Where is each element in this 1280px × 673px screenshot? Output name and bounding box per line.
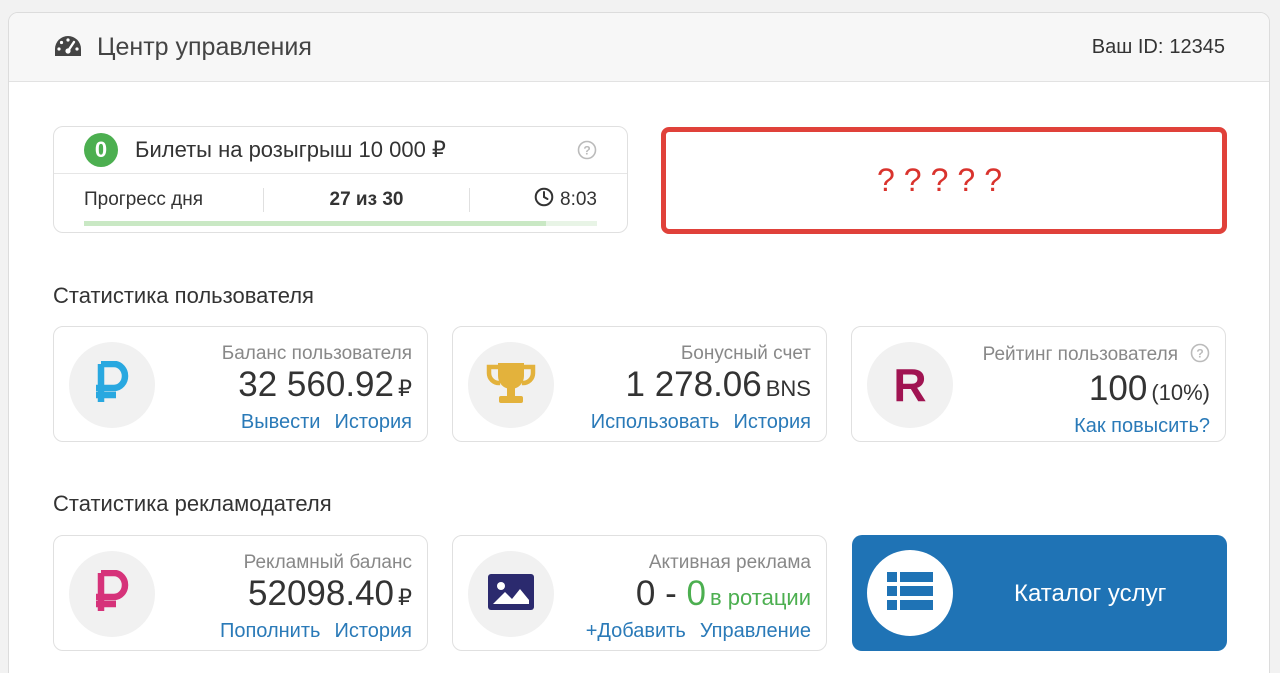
divider (469, 188, 470, 212)
bonus-label: Бонусный счет (680, 343, 811, 364)
progress-bar-fill (84, 221, 546, 226)
catalog-icon-circle (867, 550, 953, 636)
rating-label-row: Рейтинг пользователя? (983, 343, 1210, 369)
rating-percent: (10%) (1151, 380, 1210, 405)
use-bonus-link[interactable]: Использовать (591, 411, 720, 433)
dashboard-panel: Центр управления Ваш ID: 12345 0 Билеты н… (8, 12, 1270, 673)
active-ads-amount: 0 - 0в ротации (586, 574, 811, 618)
rating-amount: 100 (10%) (983, 369, 1210, 413)
clock-icon (534, 187, 554, 213)
image-icon (487, 573, 535, 616)
rating-r-icon: R (893, 359, 927, 411)
progress-value: 27 из 30 (329, 189, 404, 210)
rating-links: Как повысить? (983, 415, 1210, 438)
active-ads-rotating-label: в ротации (709, 585, 811, 610)
withdraw-link[interactable]: Вывести (241, 411, 321, 433)
top-up-link[interactable]: Пополнить (220, 620, 320, 642)
question-icon[interactable]: ? (1190, 343, 1210, 369)
ad-balance-value: 52098.40 (248, 574, 394, 613)
balance-info: Баланс пользователя 32 560.92 ₽ Вывести Ис… (222, 343, 412, 434)
bonus-unit: BNS (765, 376, 811, 401)
bonus-info: Бонусный счет 1 278.06 BNS Использовать Ис… (591, 343, 811, 434)
balance-history-link[interactable]: История (334, 411, 412, 433)
day-progress-row: Прогресс дня 27 из 30 8:03 (54, 174, 627, 226)
balance-links: Вывести История (222, 411, 412, 434)
balance-unit: ₽ (398, 376, 412, 401)
timer: 8:03 (534, 187, 597, 213)
catalog-label: Каталог услуг (1014, 580, 1167, 607)
active-ads-total: 0 (635, 574, 656, 613)
rating-card: R Рейтинг пользователя? 100 (10%) Как пов… (851, 326, 1226, 442)
page-title: Центр управления (97, 32, 312, 61)
tickets-label: Билеты на розыгрыш 10 000 ₽ (135, 137, 446, 162)
balance-label: Баланс пользователя (221, 343, 412, 364)
list-table-icon (886, 571, 934, 616)
manage-ads-link[interactable]: Управление (700, 620, 811, 642)
promo-box[interactable]: ????? (661, 127, 1227, 234)
rating-info: Рейтинг пользователя? 100 (10%) Как повыс… (983, 343, 1210, 438)
ad-balance-links: Пополнить История (220, 620, 412, 643)
tickets-count-badge: 0 (84, 133, 118, 167)
active-ads-dash: - (665, 574, 677, 613)
ruble-icon (92, 569, 132, 619)
rating-icon-circle: R (867, 342, 953, 428)
ruble-icon (92, 360, 132, 410)
question-icon[interactable]: ? (577, 140, 597, 160)
balance-value: 32 560.92 (238, 365, 394, 404)
user-stats-title: Статистика пользователя (53, 283, 314, 308)
ad-balance-unit: ₽ (398, 585, 412, 610)
advertiser-stats-title: Статистика рекламодателя (53, 491, 332, 516)
active-ads-rotating: 0 (686, 574, 706, 613)
user-id-label: Ваш ID: (1091, 35, 1164, 58)
active-ads-info: Активная реклама 0 - 0в ротации +Добавит… (586, 552, 811, 643)
tickets-header: 0 Билеты на розыгрыш 10 000 ₽ ? (54, 127, 627, 174)
active-ads-links: +Добавить Управление (586, 620, 811, 643)
ad-balance-history-link[interactable]: История (334, 620, 412, 642)
title-wrap: Центр управления (53, 33, 312, 62)
balance-icon-circle (69, 342, 155, 428)
rating-label: Рейтинг пользователя (982, 344, 1178, 365)
timer-value: 8:03 (560, 189, 597, 210)
ad-balance-card: Рекламный баланс 52098.40 ₽ Пополнить Исто… (53, 535, 428, 651)
balance-card: Баланс пользователя 32 560.92 ₽ Вывести Ис… (53, 326, 428, 442)
trophy-icon (484, 360, 538, 411)
how-to-raise-link[interactable]: Как повысить? (1074, 415, 1210, 437)
speedometer-icon (53, 34, 83, 60)
progress-bar (84, 221, 597, 226)
bonus-value: 1 278.06 (625, 365, 762, 404)
rating-value: 100 (1088, 369, 1148, 408)
active-ads-icon-circle (468, 551, 554, 637)
user-id: Ваш ID: 12345 (1092, 36, 1225, 59)
user-id-value: 12345 (1169, 35, 1225, 58)
ad-balance-label: Рекламный баланс (243, 552, 412, 573)
catalog-button[interactable]: Каталог услуг (852, 535, 1227, 651)
active-ads-label: Активная реклама (648, 552, 811, 573)
ad-balance-info: Рекламный баланс 52098.40 ₽ Пополнить Исто… (220, 552, 412, 643)
add-ad-link[interactable]: +Добавить (586, 620, 686, 642)
tickets-card: 0 Билеты на розыгрыш 10 000 ₽ ? Прогресс… (53, 126, 628, 233)
balance-amount: 32 560.92 ₽ (222, 365, 412, 409)
panel-header: Центр управления Ваш ID: 12345 (9, 13, 1269, 82)
bonus-links: Использовать История (591, 411, 811, 434)
bonus-card: Бонусный счет 1 278.06 BNS Использовать Ис… (452, 326, 827, 442)
bonus-icon-circle (468, 342, 554, 428)
bonus-amount: 1 278.06 BNS (591, 365, 812, 409)
ad-balance-amount: 52098.40 ₽ (220, 574, 412, 618)
bonus-history-link[interactable]: История (733, 411, 811, 433)
svg-text:?: ? (1196, 347, 1203, 361)
progress-label: Прогресс дня (84, 189, 204, 210)
svg-text:?: ? (583, 144, 590, 158)
ad-balance-icon-circle (69, 551, 155, 637)
active-ads-card: Активная реклама 0 - 0в ротации +Добавит… (452, 535, 827, 651)
